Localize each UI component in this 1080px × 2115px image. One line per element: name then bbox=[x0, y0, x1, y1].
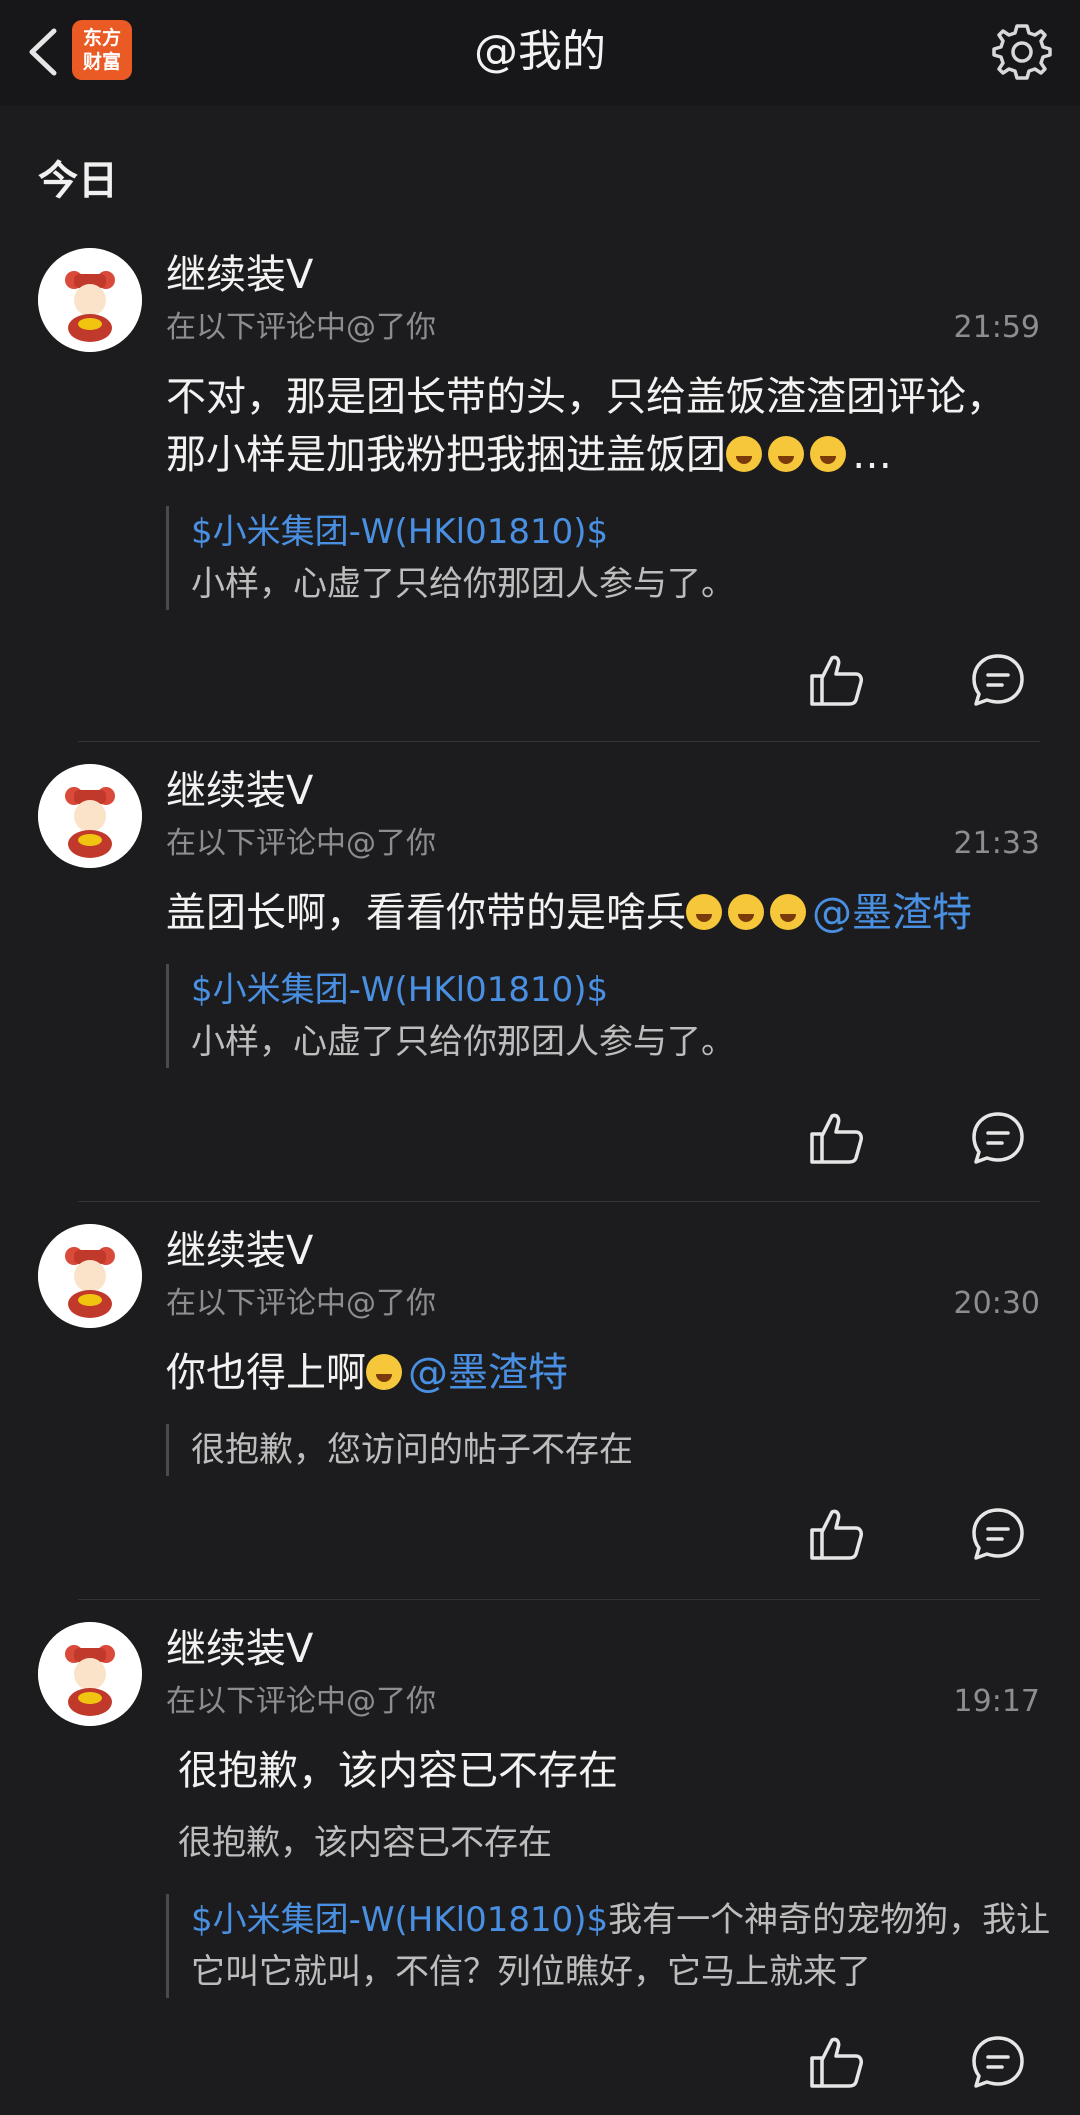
timestamp: 21:33 bbox=[953, 826, 1040, 861]
comment-bubble-icon bbox=[972, 654, 1024, 706]
thumbs-up-icon bbox=[810, 1509, 863, 1560]
avatar[interactable] bbox=[38, 764, 142, 868]
comment-bubble-icon bbox=[972, 2036, 1024, 2088]
crying-laughing-emoji-icon bbox=[770, 894, 806, 930]
reply-button[interactable] bbox=[966, 648, 1030, 712]
timestamp: 21:59 bbox=[953, 310, 1040, 345]
thumbs-up-icon bbox=[810, 655, 863, 706]
like-button[interactable] bbox=[804, 2030, 868, 2094]
comment-bubble-icon bbox=[972, 1508, 1024, 1560]
like-button[interactable] bbox=[804, 1106, 868, 1170]
timestamp: 20:30 bbox=[953, 1286, 1040, 1321]
comment-secondary-text: 很抱歉，该内容已不存在 bbox=[178, 1823, 552, 1863]
page-title: @我的 bbox=[474, 26, 606, 77]
divider bbox=[78, 1599, 1040, 1600]
comment-content[interactable]: 不对，那是团长带的头，只给盖饭渣渣团评论，那小样是加我粉把我捆进盖饭团… bbox=[166, 368, 1026, 484]
avatar[interactable] bbox=[38, 248, 142, 352]
crying-laughing-emoji-icon bbox=[810, 436, 846, 472]
quoted-post[interactable]: $小米集团-W(HKl01810)$我有一个神奇的宠物狗，我让它叫它就叫，不信？… bbox=[166, 1894, 1051, 1998]
avatar-icon bbox=[38, 1224, 142, 1328]
mention-item[interactable]: 继续装V 在以下评论中@了你 20:30 你也得上啊 @墨渣特 很抱歉，您访问的帖… bbox=[0, 1224, 1080, 1594]
crying-laughing-emoji-icon bbox=[686, 894, 722, 930]
stock-tag[interactable]: $小米集团-W(HKl01810)$ bbox=[191, 506, 1071, 558]
avatar[interactable] bbox=[38, 1622, 142, 1726]
gear-icon bbox=[992, 24, 1052, 80]
grinning-emoji-icon bbox=[366, 1354, 402, 1390]
quoted-post[interactable]: 很抱歉，您访问的帖子不存在 bbox=[166, 1424, 1071, 1476]
reply-button[interactable] bbox=[966, 1106, 1030, 1170]
mention-item[interactable]: 继续装V 在以下评论中@了你 21:59 不对，那是团长带的头，只给盖饭渣渣团评… bbox=[0, 248, 1080, 738]
mention-subtitle: 在以下评论中@了你 bbox=[166, 1684, 436, 1719]
thumbs-up-icon bbox=[810, 1113, 863, 1164]
divider bbox=[78, 741, 1040, 742]
quote-text: 小样，心虚了只给你那团人参与了。 bbox=[191, 564, 735, 604]
reply-button[interactable] bbox=[966, 1502, 1030, 1566]
avatar-icon bbox=[38, 1622, 142, 1726]
timestamp: 19:17 bbox=[953, 1684, 1040, 1719]
mention-link[interactable]: @墨渣特 bbox=[812, 890, 972, 936]
comment-content[interactable]: 盖团长啊，看看你带的是啥兵 @墨渣特 bbox=[166, 884, 1026, 942]
avatar-icon bbox=[38, 764, 142, 868]
mention-link[interactable]: @墨渣特 bbox=[408, 1350, 568, 1396]
top-bar: 东方 财富 @我的 bbox=[0, 0, 1080, 106]
crying-laughing-emoji-icon bbox=[768, 436, 804, 472]
stock-tag[interactable]: $小米集团-W(HKl01810)$ bbox=[191, 964, 1071, 1016]
quote-text: 小样，心虚了只给你那团人参与了。 bbox=[191, 1022, 735, 1062]
comment-content[interactable]: 你也得上啊 @墨渣特 bbox=[166, 1344, 1026, 1402]
like-button[interactable] bbox=[804, 648, 868, 712]
username[interactable]: 继续装V bbox=[166, 250, 313, 300]
reply-button[interactable] bbox=[966, 2030, 1030, 2094]
username[interactable]: 继续装V bbox=[166, 1226, 313, 1276]
mention-item[interactable]: 继续装V 在以下评论中@了你 19:17 很抱歉，该内容已不存在 很抱歉，该内容… bbox=[0, 1622, 1080, 2112]
mention-item[interactable]: 继续装V 在以下评论中@了你 21:33 盖团长啊，看看你带的是啥兵 @墨渣特 $… bbox=[0, 764, 1080, 1194]
crying-laughing-emoji-icon bbox=[726, 436, 762, 472]
like-button[interactable] bbox=[804, 1502, 868, 1566]
username[interactable]: 继续装V bbox=[166, 766, 313, 816]
quoted-post[interactable]: $小米集团-W(HKl01810)$ 小样，心虚了只给你那团人参与了。 bbox=[166, 506, 1071, 610]
crying-laughing-emoji-icon bbox=[728, 894, 764, 930]
settings-button[interactable] bbox=[990, 20, 1054, 84]
avatar-icon bbox=[38, 248, 142, 352]
section-title-today: 今日 bbox=[38, 158, 118, 204]
mention-subtitle: 在以下评论中@了你 bbox=[166, 826, 436, 861]
username[interactable]: 继续装V bbox=[166, 1624, 313, 1674]
mention-subtitle: 在以下评论中@了你 bbox=[166, 310, 436, 345]
avatar[interactable] bbox=[38, 1224, 142, 1328]
comment-content[interactable]: 很抱歉，该内容已不存在 bbox=[178, 1742, 1038, 1800]
stock-tag[interactable]: $小米集团-W(HKl01810)$ bbox=[191, 1900, 608, 1940]
comment-bubble-icon bbox=[972, 1112, 1024, 1164]
divider bbox=[78, 1201, 1040, 1202]
quote-text: 很抱歉，您访问的帖子不存在 bbox=[191, 1430, 633, 1470]
quoted-post[interactable]: $小米集团-W(HKl01810)$ 小样，心虚了只给你那团人参与了。 bbox=[166, 964, 1071, 1068]
mention-subtitle: 在以下评论中@了你 bbox=[166, 1286, 436, 1321]
thumbs-up-icon bbox=[810, 2037, 863, 2088]
